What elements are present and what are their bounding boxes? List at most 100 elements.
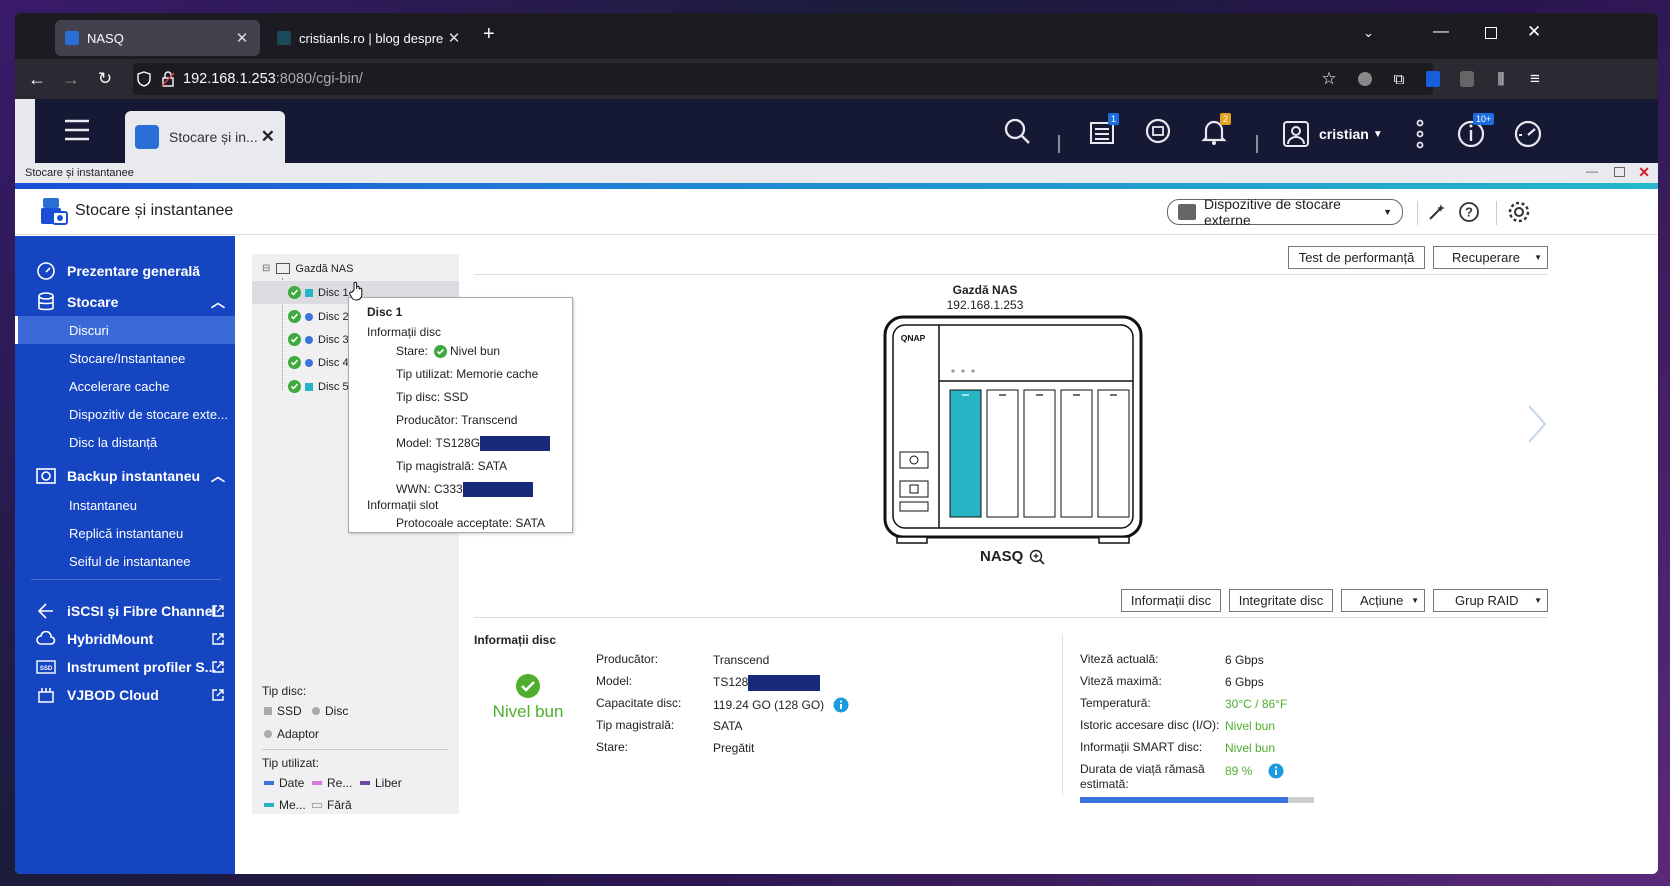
more-options-icon[interactable] [1415, 119, 1425, 149]
notifications-icon[interactable]: 2 [1200, 113, 1232, 145]
next-arrow-icon[interactable] [1525, 404, 1549, 444]
close-tab-icon[interactable]: ✕ [446, 29, 462, 47]
sidebar-item-backup[interactable]: Backup instantaneu ︿ [15, 461, 235, 491]
info-value-smart[interactable]: Nivel bun [1225, 741, 1275, 755]
library-icon[interactable]: ⫼ [1487, 65, 1515, 93]
ssd-square-icon [264, 707, 272, 715]
performance-test-button[interactable]: Test de performanță [1288, 246, 1425, 269]
ssd-icon: SSD [35, 659, 57, 675]
close-window-icon[interactable]: ✕ [1527, 22, 1541, 42]
zoom-in-icon [1029, 549, 1045, 565]
action-dropdown[interactable]: Acțiune ▼ [1341, 589, 1425, 612]
ublock-icon[interactable] [1453, 65, 1481, 93]
ssd-square-icon [305, 288, 313, 297]
close-app-icon[interactable]: ✕ [261, 127, 275, 147]
sidebar-item-discuri[interactable]: Discuri [15, 316, 235, 344]
bookmark-star-icon[interactable]: ☆ [1315, 65, 1343, 93]
url-path: :8080/cgi-bin/ [275, 71, 363, 87]
sidebar-item-instantaneu[interactable]: Instantaneu [15, 491, 235, 519]
collapse-icon: ⊟ [262, 263, 271, 274]
window-minimize-icon[interactable]: — [1586, 164, 1598, 178]
nas-name-link[interactable]: NASQ [980, 548, 1045, 565]
sidebar-item-stocare-instantanee[interactable]: Stocare/Instantanee [15, 344, 235, 372]
tree-root-nas[interactable]: ⊟ Gazdă NAS [262, 257, 353, 280]
recovery-dropdown[interactable]: Recuperare ▼ [1433, 246, 1548, 269]
bitwarden-icon[interactable] [1419, 65, 1447, 93]
external-link-icon [211, 604, 225, 618]
search-icon[interactable] [1003, 117, 1031, 145]
legend-ssd: SSD [264, 704, 302, 718]
help-icon[interactable]: ? [1458, 201, 1480, 223]
disk-info-button[interactable]: Informații disc [1121, 589, 1221, 612]
settings-gear-icon[interactable] [1507, 200, 1531, 224]
check-icon [288, 356, 301, 369]
back-icon[interactable]: ← [23, 65, 51, 93]
sidebar-item-disc-distanta[interactable]: Disc la distanță [15, 428, 235, 456]
tooltip-protocols: Protocoale acceptate: SATA [396, 516, 545, 530]
extension-icon[interactable] [1351, 65, 1379, 93]
disk-info-title: Informații disc [474, 633, 557, 647]
tooltip-wwn: WWN: C333 [396, 482, 533, 497]
sidebar-item-dispozitiv-extern[interactable]: Dispozitiv de stocare exte... [15, 400, 235, 428]
sidebar-item-overview[interactable]: Prezentare generală [15, 256, 235, 286]
url-bar[interactable]: 192.168.1.253:8080/cgi-bin/ [133, 63, 1433, 95]
browser-tab-nasq[interactable]: NASQ ✕ [55, 20, 260, 56]
app-title: Stocare și instantanee [75, 202, 234, 219]
divider [1062, 635, 1063, 795]
close-tab-icon[interactable]: ✕ [234, 29, 250, 47]
sidebar-item-accelerare-cache[interactable]: Accelerare cache [15, 372, 235, 400]
svg-text:?: ? [1465, 205, 1473, 220]
external-storage-dropdown[interactable]: Dispozitive de stocare externe ▼ [1167, 196, 1403, 228]
browser-tab-cristianls[interactable]: cristianls.ro | blog despre ce-mi ✕ [267, 20, 472, 56]
minimize-icon[interactable]: — [1433, 23, 1449, 41]
maximize-icon[interactable] [1485, 27, 1497, 39]
raid-group-dropdown[interactable]: Grup RAID ▼ [1433, 589, 1548, 612]
tooltip-disk-type: Tip disc: SSD [396, 390, 469, 404]
sidebar-item-storage[interactable]: Stocare ︿ [15, 287, 235, 317]
sidebar-item-seif[interactable]: Seiful de instantanee [15, 547, 235, 575]
tree-disk-4[interactable]: Disc 4 [288, 351, 349, 374]
info-label: Producător: [596, 652, 659, 666]
background-tasks-icon[interactable]: 1 [1088, 113, 1120, 145]
sidebar-item-ssd-profiler[interactable]: SSD Instrument profiler S... [15, 652, 235, 682]
window-restore-icon[interactable] [1614, 167, 1625, 177]
sidebar-item-vjbod[interactable]: VJBOD Cloud [15, 680, 235, 710]
swatch [264, 781, 274, 785]
info-center-icon[interactable]: 10+ [1457, 113, 1495, 147]
reload-icon[interactable]: ↻ [91, 65, 119, 93]
info-icon[interactable] [1268, 763, 1284, 779]
sync-icon[interactable] [1143, 117, 1173, 145]
qnap-app-tab[interactable]: Stocare și in... ✕ [125, 111, 285, 163]
tab-list-icon[interactable]: ⌄ [1363, 25, 1374, 41]
sidebar-item-hybridmount[interactable]: HybridMount [15, 624, 235, 654]
main-menu-icon[interactable] [63, 117, 91, 143]
menu-icon[interactable]: ≡ [1521, 65, 1549, 93]
tree-disk-2[interactable]: Disc 2 [288, 305, 349, 328]
legend-me: Me... [264, 798, 306, 812]
magic-tool-icon[interactable] [1427, 202, 1447, 222]
window-close-icon[interactable]: ✕ [1638, 164, 1650, 181]
info-icon[interactable] [833, 697, 849, 713]
divider [474, 617, 1548, 618]
user-menu[interactable]: cristian ▼ [1283, 121, 1383, 147]
life-value-wrap: 89 % [1225, 763, 1284, 779]
life-progress-fill [1080, 797, 1289, 803]
forward-icon[interactable]: → [57, 65, 85, 93]
info-label: Viteză maximă: [1080, 674, 1162, 688]
dashboard-gauge-icon[interactable] [1513, 119, 1543, 147]
puzzle-icon[interactable]: ⧉ [1385, 65, 1413, 93]
site-favicon [277, 31, 291, 45]
nas-title: Gazdă NAS [952, 283, 1018, 297]
tree-disk-3[interactable]: Disc 3 [288, 328, 349, 351]
info-value-io-history[interactable]: Nivel bun [1225, 719, 1275, 733]
external-link-icon [211, 632, 225, 646]
redaction [748, 675, 821, 691]
chevron-down-icon: ▼ [1534, 596, 1542, 605]
sidebar-item-iscsi[interactable]: iSCSI și Fibre Channel [15, 596, 235, 626]
sidebar-item-replica[interactable]: Replică instantaneu [15, 519, 235, 547]
new-tab-icon[interactable]: + [483, 23, 495, 46]
tree-disk-5[interactable]: Disc 5 [288, 375, 349, 398]
legend-date: Date [264, 776, 304, 790]
hybridmount-icon [35, 631, 57, 647]
disk-integrity-button[interactable]: Integritate disc [1229, 589, 1333, 612]
